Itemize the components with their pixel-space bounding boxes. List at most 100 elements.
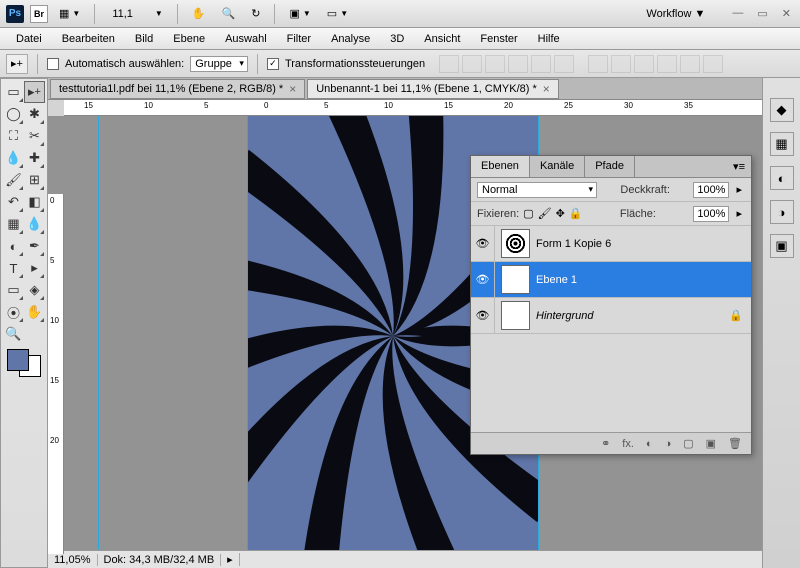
type-tool[interactable]: T [3,257,24,279]
3d-tool[interactable]: ◈ [24,279,45,301]
maximize-button[interactable]: ▭ [754,7,770,20]
layer-name[interactable]: Hintergrund [536,310,721,322]
layer-thumbnail[interactable] [501,265,530,294]
menu-bearbeiten[interactable]: Bearbeiten [52,30,125,48]
ruler-horizontal[interactable]: 1510505101520253035 [64,100,762,116]
document-tab-1[interactable]: testtutoria1l.pdf bei 11,1% (Ebene 2, RG… [50,79,305,99]
layer-name[interactable]: Form 1 Kopie 6 [536,238,751,250]
bridge-icon[interactable]: Br [30,5,48,23]
blur-tool[interactable]: 💧 [24,213,45,235]
layers-tab[interactable]: Ebenen [471,156,530,177]
gradient-tool[interactable]: ▦ [3,213,24,235]
3d-camera-tool[interactable]: ⦿ [3,301,24,323]
new-layer-icon[interactable]: ▣ [703,437,719,450]
history-brush-tool[interactable]: ↶ [3,191,24,213]
marquee-tool[interactable]: ▭ [3,81,24,103]
opacity-slider-icon[interactable]: ▸ [733,183,745,196]
transform-checkbox[interactable]: ✓ [267,58,279,70]
menu-hilfe[interactable]: Hilfe [528,30,570,48]
layer-thumbnail[interactable] [501,229,530,258]
channels-tab[interactable]: Kanäle [530,156,585,177]
auto-select-dropdown[interactable]: Gruppe [190,56,248,72]
foreground-color-swatch[interactable] [7,349,29,371]
layer-mask-icon[interactable]: ◐ [643,438,656,450]
fill-slider-icon[interactable]: ▸ [733,207,745,220]
crop-tool[interactable]: ⛶ [3,125,24,147]
status-doc-size[interactable]: Dok: 34,3 MB/32,4 MB [98,554,222,566]
fill-input[interactable]: 100% [693,206,729,222]
wand-tool[interactable]: ✱ [24,103,45,125]
swatches-panel-icon[interactable]: ▦ [770,132,794,156]
align-left-icon[interactable] [508,55,528,73]
status-menu-icon[interactable]: ▸ [221,553,240,566]
panel-menu-icon[interactable]: ▾≡ [727,156,751,177]
lock-position-icon[interactable]: ✥ [556,207,565,220]
menu-analyse[interactable]: Analyse [321,30,380,48]
camera-panel-icon[interactable]: ▣ [770,234,794,258]
menu-auswahl[interactable]: Auswahl [215,30,277,48]
visibility-toggle-icon[interactable]: 👁 [471,262,495,297]
arrange-documents-icon[interactable]: ▣▼ [284,4,315,23]
document-tab-2[interactable]: Unbenannt-1 bei 11,1% (Ebene 1, CMYK/8) … [307,79,559,99]
layer-group-icon[interactable]: ▢ [680,437,696,450]
stamp-tool[interactable]: ⊞ [24,169,45,191]
eraser-tool[interactable]: ◧ [24,191,45,213]
menu-fenster[interactable]: Fenster [470,30,527,48]
zoom-tool-icon[interactable]: 🔍 [217,4,241,23]
menu-filter[interactable]: Filter [277,30,321,48]
path-tool[interactable]: ▸ [24,257,45,279]
layer-row[interactable]: 👁 Hintergrund 🔒 [471,298,751,334]
notes-tool[interactable] [24,323,45,345]
auto-select-checkbox[interactable] [47,58,59,70]
close-tab-icon[interactable]: × [543,82,550,96]
layer-row[interactable]: 👁 Form 1 Kopie 6 [471,226,751,262]
photoshop-icon[interactable]: Ps [6,5,24,23]
layer-row[interactable]: 👁 Ebene 1 [471,262,751,298]
brush-tool[interactable]: 🖌 [3,169,24,191]
lock-all-icon[interactable]: 🔒 [569,207,583,220]
minimize-button[interactable]: — [729,7,746,20]
status-zoom[interactable]: 11,05% [48,554,98,566]
current-tool-indicator[interactable]: ▸+ [6,54,28,74]
distribute-right-icon[interactable] [703,55,723,73]
adjustments-panel-icon[interactable]: ◑ [770,200,794,224]
close-button[interactable]: ✕ [779,7,794,20]
adjustment-layer-icon[interactable]: ◑ [662,438,675,450]
align-hcenter-icon[interactable] [531,55,551,73]
link-layers-icon[interactable]: ⚭ [598,437,613,450]
blend-mode-select[interactable]: Normal [477,182,597,198]
ruler-vertical[interactable]: 05101520 [48,194,64,554]
layer-thumbnail[interactable] [501,301,530,330]
distribute-bottom-icon[interactable] [634,55,654,73]
distribute-vcenter-icon[interactable] [611,55,631,73]
move-tool[interactable]: ▸+ [24,81,45,103]
zoom-level[interactable]: 11,1 [104,8,141,20]
menu-datei[interactable]: Datei [6,30,52,48]
zoom-tool[interactable]: 🔍 [3,323,24,345]
distribute-hcenter-icon[interactable] [680,55,700,73]
screen-mode-icon[interactable]: ▦▼ [54,4,85,23]
layer-fx-icon[interactable]: fx. [619,438,637,450]
align-vcenter-icon[interactable] [462,55,482,73]
delete-layer-icon[interactable]: 🗑 [725,437,745,450]
layer-name[interactable]: Ebene 1 [536,274,751,286]
lock-pixels-icon[interactable]: 🖌 [538,207,552,220]
workspace-selector[interactable]: Workflow ▼ [638,6,713,22]
layers-panel[interactable]: Ebenen Kanäle Pfade ▾≡ Normal Deckkraft:… [470,155,752,455]
hand-tool[interactable]: ✋ [24,301,45,323]
visibility-toggle-icon[interactable]: 👁 [471,226,495,261]
shape-tool[interactable]: ▭ [3,279,24,301]
menu-bild[interactable]: Bild [125,30,163,48]
pen-tool[interactable]: ✒ [24,235,45,257]
visibility-toggle-icon[interactable]: 👁 [471,298,495,333]
screen-mode-icon-2[interactable]: ▭▼ [322,4,353,23]
color-panel-icon[interactable]: ◆ [770,98,794,122]
eyedropper-tool[interactable]: 💧 [3,147,24,169]
align-right-icon[interactable] [554,55,574,73]
menu-3d[interactable]: 3D [380,30,414,48]
hand-tool-icon[interactable]: ✋ [187,4,211,23]
align-bottom-icon[interactable] [485,55,505,73]
styles-panel-icon[interactable]: ◐ [770,166,794,190]
align-top-icon[interactable] [439,55,459,73]
dodge-tool[interactable]: ◐ [3,235,24,257]
